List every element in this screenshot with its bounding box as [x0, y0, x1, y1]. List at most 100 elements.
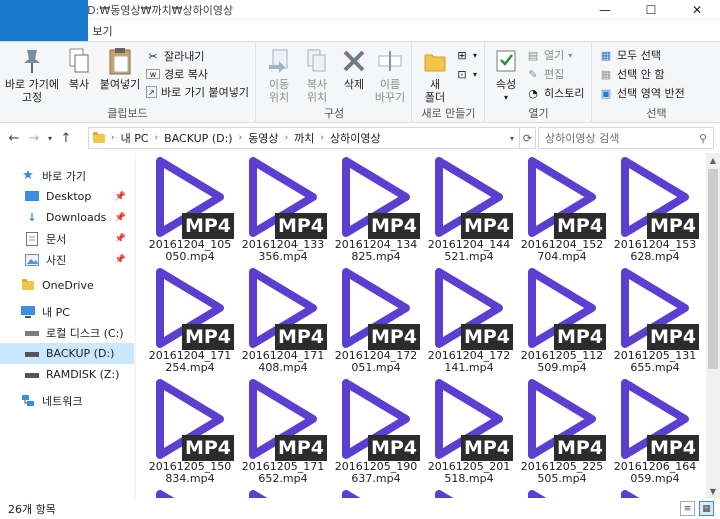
edit-icon: ✎: [528, 67, 538, 81]
chevron-right-icon[interactable]: ›: [155, 133, 159, 143]
chevron-right-icon[interactable]: ›: [285, 133, 289, 143]
history-label: 히스토리: [544, 87, 585, 100]
properties-label: 속성: [495, 78, 517, 91]
nav-ramdisk[interactable]: RAMDISK (Z:): [0, 364, 134, 385]
copy-path-button[interactable]: w 경로 복사: [146, 66, 208, 82]
nav-quick-access[interactable]: ★ 바로 가기: [0, 165, 134, 186]
edit-button[interactable]: ✎ 편집: [526, 66, 564, 82]
paste-button[interactable]: 붙여넣기: [96, 46, 144, 91]
scrollbar-thumb[interactable]: [708, 169, 718, 369]
invert-selection-button[interactable]: ▣ 선택 영역 반전: [599, 85, 685, 101]
mp4-file-icon[interactable]: [332, 490, 420, 498]
minimize-button[interactable]: —: [582, 0, 628, 20]
video-file-item[interactable]: MP4 20161204_172141.mp4: [425, 268, 513, 376]
nav-onedrive[interactable]: OneDrive: [0, 275, 134, 296]
breadcrumb-kkachi[interactable]: 까치: [294, 130, 314, 146]
nav-backup-drive[interactable]: BACKUP (D:): [0, 343, 134, 364]
video-file-item[interactable]: MP4 20161205_150834.mp4: [146, 379, 234, 487]
mp4-file-icon[interactable]: [239, 490, 327, 498]
mp4-file-icon: MP4: [332, 379, 420, 461]
mp4-file-icon[interactable]: [611, 490, 699, 498]
history-button[interactable]: ◔ 히스토리: [526, 85, 584, 101]
pin-icon[interactable]: 📌: [115, 192, 126, 202]
mp4-file-icon[interactable]: [518, 490, 606, 498]
vertical-scrollbar[interactable]: ▲ ▼: [706, 153, 720, 498]
scroll-up-icon[interactable]: ▲: [706, 153, 720, 167]
nav-downloads[interactable]: ↓ Downloads 📌: [0, 207, 134, 228]
cut-button[interactable]: ✂ 잘라내기: [146, 48, 204, 64]
select-none-icon: ▦: [600, 67, 612, 81]
chevron-right-icon[interactable]: ›: [111, 133, 115, 143]
new-folder-button[interactable]: 새 폴더: [419, 46, 451, 104]
move-to-button[interactable]: 이동 위치: [261, 46, 297, 104]
video-file-item[interactable]: MP4 20161205_225505.mp4: [518, 379, 606, 487]
video-file-item[interactable]: MP4 20161204_144521.mp4: [425, 157, 513, 265]
nav-documents[interactable]: 문서 📌: [0, 228, 134, 249]
pin-icon[interactable]: 📌: [115, 213, 126, 223]
scroll-down-icon[interactable]: ▼: [706, 484, 720, 498]
forward-arrow-icon[interactable]: →: [24, 131, 44, 146]
mp4-file-icon[interactable]: [425, 490, 513, 498]
back-arrow-icon[interactable]: ←: [4, 131, 24, 146]
recent-dropdown-icon[interactable]: ▾: [44, 134, 56, 143]
rename-button[interactable]: 이름 바꾸기: [371, 46, 409, 104]
video-file-item[interactable]: MP4 20161205_171652.mp4: [239, 379, 327, 487]
select-all-button[interactable]: ▦ 모두 선택: [599, 47, 661, 63]
nav-this-pc[interactable]: 내 PC: [0, 301, 134, 322]
nav-network[interactable]: 네트워크: [0, 390, 134, 411]
pin-icon[interactable]: 📌: [115, 255, 126, 265]
open-button[interactable]: ▤ 열기 ▾: [526, 47, 572, 63]
address-bar[interactable]: › 내 PC › BACKUP (D:) › 동영상 › 까치 › 상하이영상: [88, 127, 520, 149]
drive-icon: [24, 367, 40, 383]
file-name: 20161204_172141.mp4: [427, 349, 511, 374]
paste-shortcut-label: 바로 가기 붙여넣기: [161, 86, 249, 99]
tab-file[interactable]: 파일: [0, 0, 88, 41]
up-arrow-icon[interactable]: ↑: [56, 131, 76, 146]
video-file-item[interactable]: MP4 20161204_133356.mp4: [239, 157, 327, 265]
video-file-item[interactable]: MP4 20161204_153628.mp4: [611, 157, 699, 265]
video-file-item[interactable]: MP4 20161205_190637.mp4: [332, 379, 420, 487]
easy-access-button[interactable]: ⊡ ▾: [455, 66, 477, 82]
nav-local-disk[interactable]: 로컬 디스크 (C:): [0, 322, 134, 343]
maximize-button[interactable]: ☐: [628, 0, 674, 20]
video-file-item[interactable]: MP4 20161204_134825.mp4: [332, 157, 420, 265]
scissors-icon: ✂: [148, 49, 158, 63]
new-folder-label-1: 새: [429, 78, 441, 91]
breadcrumb-shanghai[interactable]: 상하이영상: [330, 130, 381, 146]
breadcrumb-this-pc[interactable]: 내 PC: [121, 130, 149, 146]
details-view-icon[interactable]: ≡: [680, 501, 695, 516]
new-item-button[interactable]: ⊞ ▾: [455, 47, 477, 63]
video-file-item[interactable]: MP4 20161206_164059.mp4: [611, 379, 699, 487]
video-file-item[interactable]: MP4 20161205_112509.mp4: [518, 268, 606, 376]
video-file-item[interactable]: MP4 20161205_201518.mp4: [425, 379, 513, 487]
properties-button[interactable]: 속성 ▾: [490, 46, 522, 104]
video-file-item[interactable]: MP4 20161205_131655.mp4: [611, 268, 699, 376]
search-box[interactable]: 상하이영상 검색 ⚲: [538, 127, 714, 149]
window-title: D:₩동영상₩까치₩상하이영상: [87, 3, 234, 17]
breadcrumb-videos[interactable]: 동영상: [248, 130, 278, 146]
copy-button[interactable]: 복사: [62, 46, 96, 91]
video-file-item[interactable]: MP4 20161204_171408.mp4: [239, 268, 327, 376]
chevron-right-icon[interactable]: ›: [320, 133, 324, 143]
select-none-button[interactable]: ▦ 선택 안 함: [599, 66, 665, 82]
address-dropdown-icon[interactable]: ▾: [504, 127, 520, 149]
close-button[interactable]: ✕: [674, 0, 720, 20]
edit-label: 편집: [544, 68, 565, 81]
nav-desktop[interactable]: Desktop 📌: [0, 186, 134, 207]
video-file-item[interactable]: MP4 20161204_171254.mp4: [146, 268, 234, 376]
mp4-file-icon: MP4: [611, 157, 699, 239]
nav-pictures[interactable]: 사진 📌: [0, 249, 134, 270]
paste-shortcut-button[interactable]: ↗ 바로 가기 붙여넣기: [146, 84, 249, 100]
chevron-right-icon[interactable]: ›: [239, 133, 243, 143]
mp4-file-icon[interactable]: [146, 490, 234, 498]
video-file-item[interactable]: MP4 20161204_105050.mp4: [146, 157, 234, 265]
pin-quick-access-button[interactable]: 바로 가기에 고정: [4, 46, 60, 104]
copy-to-button[interactable]: 복사 위치: [299, 46, 335, 104]
large-icons-view-icon[interactable]: ▦: [699, 501, 714, 516]
video-file-item[interactable]: MP4 20161204_172051.mp4: [332, 268, 420, 376]
refresh-icon[interactable]: ⟳: [520, 127, 536, 149]
breadcrumb-backup[interactable]: BACKUP (D:): [164, 132, 232, 145]
pin-icon[interactable]: 📌: [115, 234, 126, 244]
video-file-item[interactable]: MP4 20161204_152704.mp4: [518, 157, 606, 265]
delete-button[interactable]: 삭제: [339, 46, 369, 91]
